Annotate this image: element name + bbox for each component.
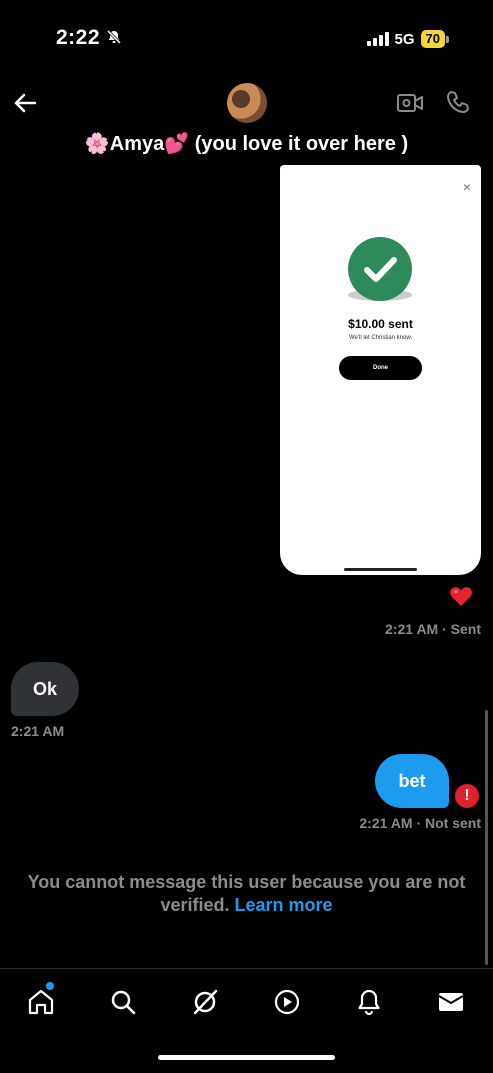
bell-icon[interactable] [355, 988, 383, 1016]
battery-tip [446, 35, 449, 43]
message-meta-received: 2:21 AM [11, 723, 65, 739]
close-icon: × [462, 179, 471, 195]
status-time: 2:22 [56, 26, 122, 50]
play-icon[interactable] [273, 988, 301, 1016]
chat-name[interactable]: 🌸Amya💕 (you love it over here ) [0, 131, 493, 156]
sent-note: We'll let Christian know. [348, 335, 413, 341]
back-arrow-icon[interactable] [12, 90, 38, 116]
battery-indicator: 70 [420, 30, 445, 48]
mail-icon[interactable] [437, 988, 465, 1016]
phone-icon[interactable] [445, 89, 471, 115]
screenshot-home-indicator [344, 568, 417, 571]
silent-bell-icon [107, 29, 122, 45]
check-circle-icon [348, 237, 412, 301]
message-meta-sent: 2:21 AM · Sent [385, 621, 481, 637]
signal-icon [366, 32, 389, 46]
sent-amount: $10.00 sent [348, 317, 413, 331]
done-button: Done [339, 356, 422, 380]
status-indicators: 5G 70 [366, 30, 449, 48]
checkmark-icon [364, 257, 397, 282]
notification-dot [46, 982, 54, 990]
scrollbar[interactable] [485, 710, 488, 965]
sent-message-bubble[interactable]: bet [375, 754, 449, 808]
avatar[interactable] [227, 83, 267, 123]
search-icon[interactable] [109, 988, 137, 1016]
image-message[interactable]: × $10.00 sent We'll let Christian know. … [280, 165, 481, 575]
message-meta-not-sent: 2:21 AM · Not sent [359, 815, 481, 831]
network-label: 5G [394, 30, 415, 48]
status-time-text: 2:22 [56, 26, 101, 49]
home-indicator [158, 1055, 335, 1060]
verification-notice: You cannot message this user because you… [0, 871, 493, 917]
grok-icon[interactable] [191, 988, 219, 1016]
learn-more-link[interactable]: Learn more [235, 895, 333, 915]
video-icon[interactable] [396, 91, 424, 115]
error-icon[interactable]: ! [455, 784, 479, 808]
received-message-bubble[interactable]: Ok [11, 662, 79, 716]
home-icon[interactable] [27, 988, 55, 1016]
heart-icon[interactable] [449, 585, 473, 607]
